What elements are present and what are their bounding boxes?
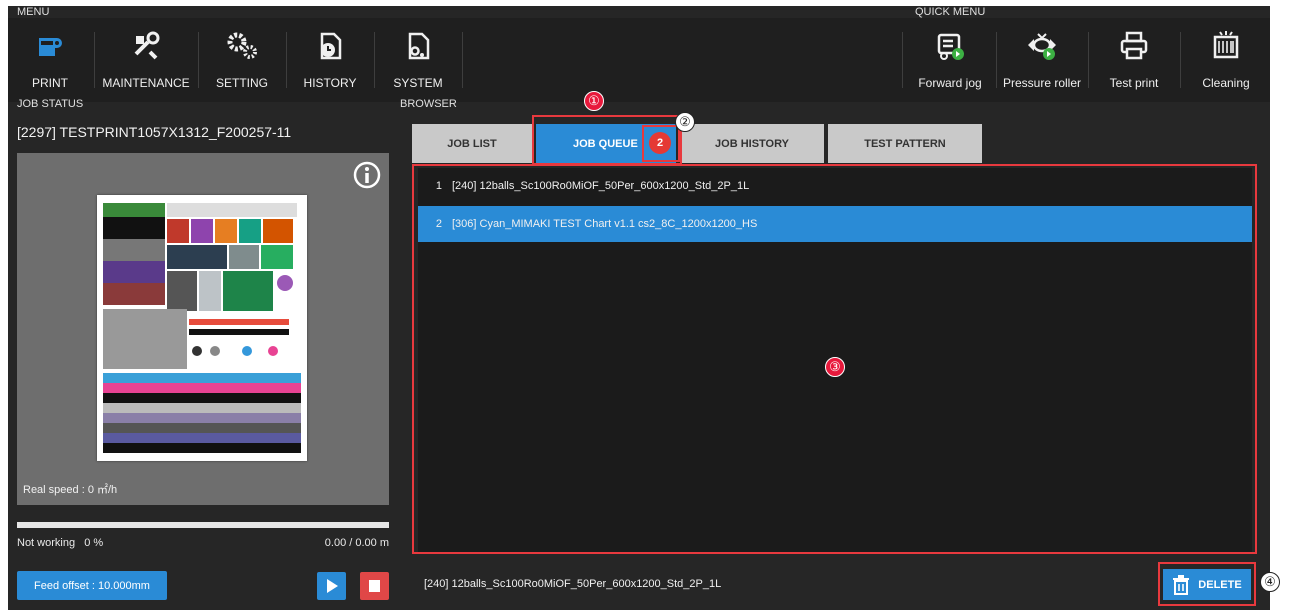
stop-button[interactable] bbox=[360, 572, 389, 600]
test-chart-thumbnail bbox=[97, 195, 307, 461]
quick-menu-section-label: QUICK MENU bbox=[915, 6, 986, 18]
menu-history-label: HISTORY bbox=[303, 76, 357, 90]
selected-job-name: [240] 12balls_Sc100Ro0MiOF_50Per_600x120… bbox=[424, 578, 722, 590]
quick-menu-divider bbox=[902, 32, 903, 88]
menu-maintenance[interactable]: MAINTENANCE bbox=[96, 18, 196, 102]
menu-divider bbox=[286, 32, 287, 88]
tab-job-list[interactable]: JOB LIST bbox=[412, 124, 532, 163]
callout-1: ① bbox=[584, 91, 604, 111]
tab-job-history[interactable]: JOB HISTORY bbox=[680, 124, 824, 163]
play-icon bbox=[327, 579, 338, 593]
menu-print[interactable]: PRINT bbox=[8, 18, 92, 102]
callout-3: ③ bbox=[825, 357, 845, 377]
job-length: 0.00 / 0.00 m bbox=[324, 537, 389, 549]
quick-test-print-label: Test print bbox=[1109, 76, 1159, 90]
job-preview: Real speed : 0 ㎡/h bbox=[17, 153, 389, 505]
quick-cleaning[interactable]: Cleaning bbox=[1182, 18, 1270, 102]
menu-divider bbox=[462, 32, 463, 88]
list-item-number: 2 bbox=[435, 218, 442, 230]
delete-label: DELETE bbox=[1198, 578, 1242, 591]
quick-forward-jog-label: Forward jog bbox=[918, 76, 982, 90]
menu-setting-label: SETTING bbox=[215, 76, 268, 90]
menu-system[interactable]: SYSTEM bbox=[376, 18, 460, 102]
quick-menu-divider bbox=[996, 32, 997, 88]
callout-4: ④ bbox=[1260, 572, 1280, 592]
maintenance-icon bbox=[134, 31, 160, 60]
print-icon bbox=[39, 38, 62, 56]
callout-box-badge bbox=[642, 125, 680, 162]
test-print-icon bbox=[1120, 31, 1148, 60]
list-item[interactable]: 1 [240] 12balls_Sc100Ro0MiOF_50Per_600x1… bbox=[418, 168, 1252, 204]
list-item-name: [306] Cyan_MIMAKI TEST Chart v1.1 cs2_8C… bbox=[452, 218, 758, 230]
browser-section-label: BROWSER bbox=[400, 98, 457, 110]
quick-pressure-roller-label: Pressure roller bbox=[1002, 76, 1082, 90]
job-progress-bar bbox=[17, 522, 389, 528]
tab-test-pattern[interactable]: TEST PATTERN bbox=[828, 124, 982, 163]
menu-setting[interactable]: SETTING bbox=[200, 18, 284, 102]
menu-divider bbox=[374, 32, 375, 88]
forward-jog-icon bbox=[937, 33, 964, 60]
quick-pressure-roller[interactable]: Pressure roller bbox=[998, 18, 1086, 102]
menu-divider bbox=[198, 32, 199, 88]
stop-icon bbox=[369, 580, 380, 592]
menu-print-label: PRINT bbox=[32, 76, 68, 90]
cleaning-icon bbox=[1213, 31, 1239, 59]
quick-test-print[interactable]: Test print bbox=[1090, 18, 1178, 102]
callout-2: ② bbox=[675, 112, 695, 132]
list-item-name: [240] 12balls_Sc100Ro0MiOF_50Per_600x120… bbox=[452, 180, 750, 192]
play-button[interactable] bbox=[317, 572, 346, 600]
printer-app: MENU QUICK MENU PRINT MAINTENANCE SETTIN… bbox=[8, 6, 1280, 610]
test-chart-image bbox=[103, 203, 301, 453]
menu-section-label: MENU bbox=[17, 6, 50, 18]
quick-menu-divider bbox=[1088, 32, 1089, 88]
job-title: [2297] TESTPRINT1057X1312_F200257-11 bbox=[17, 124, 292, 140]
job-status-section-label: JOB STATUS bbox=[17, 98, 84, 110]
list-item-number: 1 bbox=[435, 180, 442, 192]
quick-forward-jog[interactable]: Forward jog bbox=[906, 18, 994, 102]
menu-maintenance-label: MAINTENANCE bbox=[102, 76, 190, 90]
info-icon[interactable] bbox=[353, 161, 381, 189]
quick-cleaning-label: Cleaning bbox=[1202, 76, 1250, 90]
feed-offset-button[interactable]: Feed offset : 10.000mm bbox=[17, 571, 167, 600]
delete-button[interactable]: DELETE bbox=[1163, 569, 1251, 600]
setting-icon bbox=[227, 32, 257, 59]
quick-menu-divider bbox=[1180, 32, 1181, 88]
list-item-selected[interactable]: 2 [306] Cyan_MIMAKI TEST Chart v1.1 cs2_… bbox=[418, 206, 1252, 242]
trash-icon bbox=[1173, 574, 1190, 595]
menu-bar: PRINT MAINTENANCE SETTING HISTORY SYSTEM… bbox=[8, 18, 1270, 102]
job-state-text: Not working bbox=[17, 537, 76, 549]
history-icon bbox=[320, 32, 342, 60]
system-icon bbox=[408, 32, 430, 60]
menu-divider bbox=[94, 32, 95, 88]
menu-system-label: SYSTEM bbox=[393, 76, 443, 90]
job-state: Not working 0 % bbox=[17, 537, 103, 549]
pressure-roller-icon bbox=[1028, 33, 1056, 60]
job-percent: 0 % bbox=[84, 537, 104, 549]
menu-history[interactable]: HISTORY bbox=[288, 18, 372, 102]
real-speed: Real speed : 0 ㎡/h bbox=[23, 484, 118, 496]
